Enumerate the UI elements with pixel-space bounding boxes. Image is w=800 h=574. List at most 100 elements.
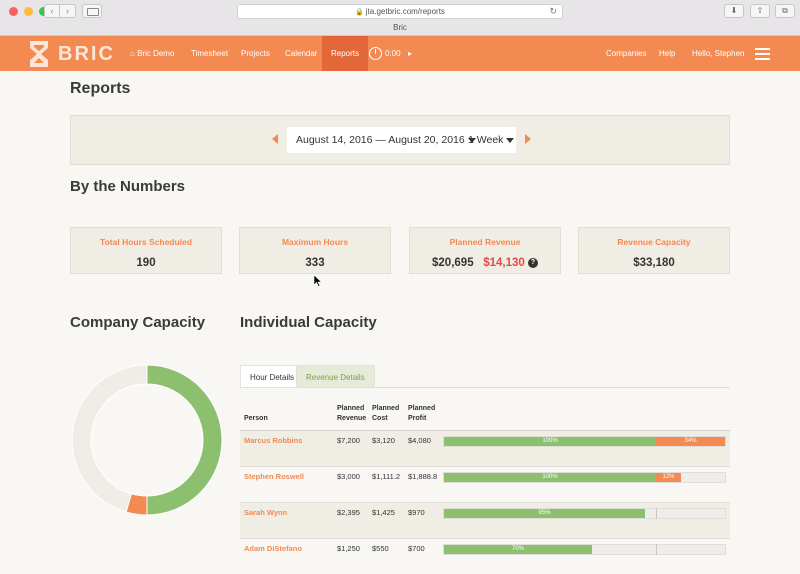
capacity-bar: 70%: [443, 544, 726, 555]
page-title: Reports: [70, 80, 131, 97]
period-dropdown[interactable]: 1 Week: [468, 127, 515, 153]
forward-button[interactable]: ›: [60, 4, 76, 18]
window-controls: [9, 7, 48, 16]
back-button[interactable]: ‹: [44, 4, 60, 18]
date-range-text: August 14, 2016 — August 20, 2016: [296, 134, 465, 146]
table-row[interactable]: Adam DiStefano $1,250 $550 $700 70%: [240, 539, 730, 574]
header-line: Profit: [408, 415, 427, 422]
tabs-overview-icon[interactable]: ⧉: [775, 4, 795, 18]
header-line: Revenue: [337, 415, 367, 422]
previous-week-arrow-icon[interactable]: [272, 134, 278, 144]
column-header-planned-profit: Planned Profit: [408, 404, 435, 424]
tab-revenue-details[interactable]: Revenue Details: [296, 365, 375, 388]
downloads-icon[interactable]: ⬇: [724, 4, 744, 18]
person-name-link[interactable]: Marcus Robbins: [244, 436, 302, 445]
capacity-bar: 100% 12%: [443, 472, 726, 483]
planned-revenue-cell: $2,395: [337, 508, 360, 517]
bric-logo[interactable]: BRIC: [28, 40, 115, 68]
card-title: Total Hours Scheduled: [100, 237, 192, 247]
planned-profit-cell: $4,080: [408, 436, 431, 445]
date-range-selector: August 14, 2016 — August 20, 2016 1 Week: [287, 127, 516, 153]
table-row[interactable]: Marcus Robbins $7,200 $3,120 $4,080 100%…: [240, 431, 730, 466]
company-capacity-title: Company Capacity: [70, 314, 206, 331]
card-value-group: $20,695 $14,130 ?: [410, 257, 560, 269]
nav-item-label: Bric Demo: [137, 49, 175, 58]
nav-item-reports[interactable]: Reports: [322, 36, 369, 71]
person-name-link[interactable]: Sarah Wynn: [244, 508, 287, 517]
header-line: Planned: [372, 405, 400, 412]
hourglass-logo-icon: [30, 41, 48, 67]
planned-revenue-cell: $3,000: [337, 472, 360, 481]
table-row[interactable]: Sarah Wynn $2,395 $1,425 $970 95%: [240, 503, 730, 538]
header-line: Cost: [372, 415, 388, 422]
planned-cost-cell: $3,120: [372, 436, 395, 445]
nav-item-bric-demo[interactable]: ⌂ Bric Demo: [130, 36, 174, 71]
building-icon: ⌂: [130, 49, 138, 58]
nav-item-user-greeting[interactable]: Hello, Stephen: [692, 36, 744, 71]
capacity-bar-fill: 70%: [444, 545, 592, 554]
header-line: Planned: [408, 405, 436, 412]
nav-item-calendar[interactable]: Calendar: [285, 36, 317, 71]
planned-cost-cell: $1,425: [372, 508, 395, 517]
card-title: Revenue Capacity: [617, 237, 691, 247]
timer-value: 0:00: [385, 49, 401, 58]
url-text: jta.getbric.com/reports: [365, 7, 445, 16]
card-value: 190: [136, 257, 156, 269]
card-title: Planned Revenue: [449, 237, 521, 247]
nav-item-help[interactable]: Help: [659, 36, 675, 71]
close-window-button[interactable]: [9, 7, 18, 16]
card-revenue-capacity: Revenue Capacity $33,180: [578, 227, 730, 274]
donut-segment: [146, 364, 223, 516]
column-header-planned-cost: Planned Cost: [372, 404, 399, 424]
table-row[interactable]: Stephen Roswell $3,000 $1,111.2 $1,888.8…: [240, 467, 730, 502]
column-header-planned-revenue: Planned Revenue: [337, 404, 366, 424]
numbers-section-title: By the Numbers: [70, 178, 186, 195]
capacity-bar-fill: 100%: [444, 437, 656, 446]
card-value: $33,180: [633, 257, 675, 269]
history-buttons: ‹ ›: [44, 4, 76, 18]
person-name-link[interactable]: Stephen Roswell: [244, 472, 304, 481]
card-maximum-hours: Maximum Hours 333: [239, 227, 391, 274]
browser-toolbar: ‹ › 🔒 jta.getbric.com/reports ↻ ⬇ ⇧ ⧉ Bri…: [0, 0, 800, 36]
mouse-cursor-icon: [314, 275, 322, 287]
minimize-window-button[interactable]: [24, 7, 33, 16]
individual-capacity-title: Individual Capacity: [240, 314, 377, 331]
question-help-icon[interactable]: ?: [527, 257, 538, 268]
nav-item-projects[interactable]: Projects: [241, 36, 270, 71]
browser-tab-title[interactable]: Bric: [0, 23, 800, 32]
brand-name: BRIC: [58, 42, 115, 65]
address-bar[interactable]: 🔒 jta.getbric.com/reports ↻: [237, 4, 563, 19]
share-icon[interactable]: ⇧: [750, 4, 770, 18]
next-week-arrow-icon[interactable]: [525, 134, 531, 144]
tab-hour-details[interactable]: Hour Details: [240, 365, 305, 388]
planned-revenue-cell: $1,250: [337, 544, 360, 553]
company-capacity-donut-chart: [71, 364, 223, 516]
capacity-bar-overage: 34%: [656, 437, 725, 446]
card-total-hours: Total Hours Scheduled 190: [70, 227, 222, 274]
app-navbar: BRIC ⌂ Bric Demo Timesheet Projects Cale…: [0, 36, 800, 71]
sidebar-toggle-icon[interactable]: [82, 4, 102, 18]
nav-item-timesheet[interactable]: Timesheet: [191, 36, 228, 71]
nav-item-companies[interactable]: Companies: [606, 36, 646, 71]
timer-play-icon[interactable]: ▸: [408, 36, 412, 71]
donut-segment: [71, 364, 148, 513]
date-range-dropdown[interactable]: August 14, 2016 — August 20, 2016: [296, 127, 476, 153]
card-title: Maximum Hours: [281, 237, 349, 247]
planned-revenue-cell: $7,200: [337, 436, 360, 445]
timer-icon[interactable]: [369, 47, 382, 60]
planned-profit-cell: $1,888.8: [408, 472, 438, 481]
planned-cost-cell: $1,111.2: [372, 472, 401, 481]
capacity-bar-fill: 95%: [444, 509, 645, 518]
tab-divider: [240, 387, 730, 388]
person-name-link[interactable]: Adam DiStefano: [244, 544, 302, 553]
reload-icon[interactable]: ↻: [549, 5, 557, 18]
capacity-bar: 95%: [443, 508, 726, 519]
hamburger-menu-icon[interactable]: [755, 48, 770, 63]
capacity-bar: 100% 34%: [443, 436, 726, 447]
planned-revenue-value: $20,695: [432, 257, 474, 269]
planned-profit-cell: $700: [408, 544, 425, 553]
card-planned-revenue: Planned Revenue $20,695 $14,130 ?: [409, 227, 561, 274]
column-header-person: Person: [244, 415, 268, 422]
planned-revenue-secondary-value: $14,130: [483, 257, 525, 269]
period-text: 1 Week: [468, 134, 504, 146]
